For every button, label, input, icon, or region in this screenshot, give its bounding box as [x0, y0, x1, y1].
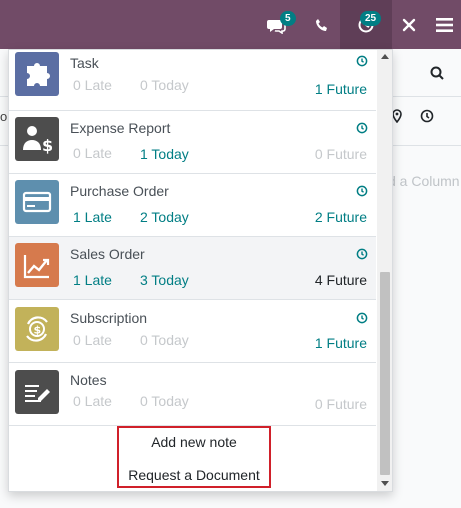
clock-icon[interactable] — [420, 109, 434, 128]
puzzle-icon — [15, 52, 59, 96]
activity-dropdown: Task 0 Late 0 Today 1 Future $ Expense R… — [8, 49, 393, 492]
top-navbar: 5 25 — [0, 0, 461, 49]
map-pin-icon[interactable] — [392, 109, 402, 128]
notes-icon — [15, 370, 59, 414]
activity-row-expense-report[interactable]: $ Expense Report 0 Late 1 Today 0 Future — [9, 111, 376, 174]
future-count[interactable]: 4 Future — [315, 272, 367, 288]
activity-actions: Add new note Request a Document — [117, 426, 271, 488]
activity-row-notes[interactable]: Notes 0 Late 0 Today 0 Future — [9, 363, 376, 426]
search-icon[interactable] — [430, 66, 444, 85]
activity-name: Expense Report — [70, 120, 171, 136]
late-count[interactable]: 1 Late — [73, 272, 112, 288]
svg-text:$: $ — [34, 324, 42, 337]
today-count[interactable]: 0 Today — [140, 77, 189, 93]
clock-icon — [356, 247, 368, 265]
chat-icon[interactable]: 5 — [258, 0, 296, 49]
activity-name: Notes — [70, 372, 107, 388]
late-count[interactable]: 0 Late — [73, 145, 112, 161]
future-count[interactable]: 0 Future — [315, 146, 367, 162]
late-count[interactable]: 0 Late — [73, 77, 112, 93]
add-column-button[interactable]: d a Column — [388, 173, 460, 189]
today-count[interactable]: 3 Today — [140, 272, 189, 288]
today-count[interactable]: 0 Today — [140, 332, 189, 348]
debug-tools-icon[interactable] — [396, 0, 422, 49]
activities-badge: 25 — [360, 11, 382, 26]
future-count[interactable]: 1 Future — [315, 335, 367, 351]
activity-clock-icon[interactable]: 25 — [340, 0, 392, 49]
late-count[interactable]: 0 Late — [73, 393, 112, 409]
expense-icon: $ — [15, 117, 59, 161]
future-count[interactable]: 0 Future — [315, 396, 367, 412]
clock-icon — [356, 311, 368, 329]
activity-row-subscription[interactable]: $ Subscription 0 Late 0 Today 1 Future — [9, 300, 376, 363]
messages-badge: 5 — [280, 11, 296, 26]
today-count[interactable]: 0 Today — [140, 393, 189, 409]
today-count[interactable]: 1 Today — [140, 146, 189, 162]
future-count[interactable]: 1 Future — [315, 81, 367, 97]
late-count[interactable]: 0 Late — [73, 332, 112, 348]
trend-chart-icon — [15, 243, 59, 287]
request-document-button[interactable]: Request a Document — [119, 467, 269, 483]
clock-icon — [356, 121, 368, 139]
add-new-note-button[interactable]: Add new note — [119, 434, 269, 450]
late-count[interactable]: 1 Late — [73, 209, 112, 225]
activity-row-sales-order[interactable]: Sales Order 1 Late 3 Today 4 Future — [9, 237, 376, 300]
scroll-down-arrow-icon[interactable] — [381, 481, 389, 486]
credit-card-icon — [15, 180, 59, 224]
activity-row-purchase-order[interactable]: Purchase Order 1 Late 2 Today 2 Future — [9, 174, 376, 237]
activity-name: Task — [70, 55, 99, 71]
scroll-up-arrow-icon[interactable] — [381, 54, 389, 59]
today-count[interactable]: 2 Today — [140, 209, 189, 225]
subscription-icon: $ — [15, 307, 59, 351]
svg-text:$: $ — [42, 136, 53, 155]
background-text-fragment: o — [0, 109, 8, 124]
scrollbar[interactable] — [377, 50, 392, 491]
future-count[interactable]: 2 Future — [315, 209, 367, 225]
activity-row-task[interactable]: Task 0 Late 0 Today 1 Future — [9, 50, 376, 111]
clock-icon — [356, 54, 368, 72]
activity-name: Sales Order — [70, 246, 145, 262]
activity-name: Purchase Order — [70, 183, 169, 199]
phone-icon[interactable] — [306, 0, 338, 49]
clock-icon — [356, 184, 368, 202]
activity-name: Subscription — [70, 310, 148, 326]
menu-icon[interactable] — [430, 0, 458, 49]
scrollbar-thumb[interactable] — [380, 272, 390, 475]
